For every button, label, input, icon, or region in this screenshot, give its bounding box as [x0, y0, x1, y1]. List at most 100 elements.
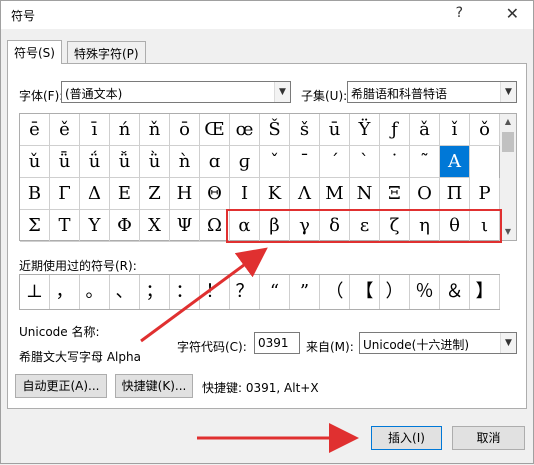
symbol-cell[interactable]: Λ — [290, 178, 320, 210]
symbol-cell-selected[interactable]: Α — [440, 146, 470, 178]
symbol-cell[interactable]: Ε — [110, 178, 140, 210]
recent-symbol-cell[interactable]: ， — [50, 275, 80, 309]
shortcut-key-button[interactable]: 快捷键(K)... — [115, 374, 193, 398]
symbol-cell[interactable]: ě — [50, 114, 80, 146]
symbol-cell[interactable]: ε — [350, 210, 380, 242]
recent-symbols-grid: ⊥，。、；：！？ “” （【）％＆】 — [19, 274, 500, 310]
recent-symbol-cell[interactable]: ） — [380, 275, 410, 309]
symbol-cell[interactable]: η — [410, 210, 440, 242]
symbol-cell[interactable]: ˙ — [380, 146, 410, 178]
symbol-cell[interactable]: Θ — [200, 178, 230, 210]
recent-symbol-cell[interactable]: 】 — [470, 275, 500, 309]
scrollbar-thumb[interactable] — [502, 132, 514, 152]
font-select[interactable]: (普通文本) ▼ — [61, 81, 291, 103]
recent-symbol-cell[interactable]: ？ — [230, 275, 260, 309]
recent-symbol-cell[interactable]: ” — [290, 275, 320, 309]
symbol-cell[interactable]: β — [260, 210, 290, 242]
symbol-cell[interactable]: Ι — [230, 178, 260, 210]
symbol-cell[interactable]: Β — [20, 178, 50, 210]
symbol-cell[interactable]: ˇ — [260, 146, 290, 178]
recent-symbol-cell[interactable]: ！ — [200, 275, 230, 309]
symbol-cell[interactable]: ǚ — [110, 146, 140, 178]
symbol-cell[interactable]: ˊ — [320, 146, 350, 178]
recent-symbol-cell[interactable]: 【 — [350, 275, 380, 309]
symbol-cell[interactable]: ǐ — [440, 114, 470, 146]
symbol-cell[interactable]: ǘ — [80, 146, 110, 178]
symbol-cell[interactable]: ˉ — [290, 146, 320, 178]
symbol-cell[interactable]: ǖ — [50, 146, 80, 178]
tab-symbols[interactable]: 符号(S) — [7, 40, 62, 64]
symbol-cell[interactable]: Ξ — [380, 178, 410, 210]
symbol-cell[interactable]: Ψ — [170, 210, 200, 242]
subset-select[interactable]: 希腊语和科普特语 ▼ — [347, 81, 517, 103]
char-code-input[interactable]: 0391 — [254, 332, 300, 354]
symbol-cell[interactable]: Μ — [320, 178, 350, 210]
symbol-cell[interactable]: œ — [230, 114, 260, 146]
symbol-cell[interactable]: ň — [140, 114, 170, 146]
help-icon[interactable]: ? — [456, 5, 463, 21]
recent-symbol-cell[interactable]: （ — [320, 275, 350, 309]
symbol-cell[interactable]: Υ — [80, 210, 110, 242]
symbol-cell[interactable]: Κ — [260, 178, 290, 210]
recent-symbols-label: 近期使用过的符号(R): — [19, 259, 137, 273]
symbol-cell[interactable]: ˜ — [410, 146, 440, 178]
symbol-cell[interactable]: š — [290, 114, 320, 146]
symbol-cell[interactable]: ɡ — [230, 146, 260, 178]
symbol-cell[interactable]: γ — [290, 210, 320, 242]
scroll-down-icon[interactable]: ▼ — [500, 224, 516, 240]
autocorrect-button[interactable]: 自动更正(A)... — [15, 374, 107, 398]
symbol-cell[interactable]: Œ — [200, 114, 230, 146]
symbol-cell[interactable]: Ο — [410, 178, 440, 210]
recent-symbol-cell[interactable]: 。 — [80, 275, 110, 309]
close-icon[interactable]: ✕ — [506, 4, 519, 23]
symbol-grid-scrollbar[interactable]: ▲ ▼ — [500, 113, 517, 241]
symbol-cell[interactable]: Η — [170, 178, 200, 210]
symbol-cell[interactable]: Π — [440, 178, 470, 210]
unicode-name-label: Unicode 名称: — [19, 325, 100, 339]
symbol-cell[interactable]: ē — [20, 114, 50, 146]
symbol-cell[interactable]: ī — [80, 114, 110, 146]
symbol-cell[interactable]: Ζ — [140, 178, 170, 210]
symbol-cell[interactable]: Χ — [140, 210, 170, 242]
symbol-cell[interactable]: ń — [110, 114, 140, 146]
symbol-cell[interactable]: δ — [320, 210, 350, 242]
symbol-cell[interactable]: Š — [260, 114, 290, 146]
cancel-button[interactable]: 取消 — [452, 426, 525, 450]
from-select[interactable]: Unicode(十六进制) ▼ — [359, 332, 517, 354]
recent-symbol-cell[interactable]: ； — [140, 275, 170, 309]
symbol-cell[interactable]: ū — [320, 114, 350, 146]
scroll-up-icon[interactable]: ▲ — [500, 114, 516, 130]
symbol-cell[interactable]: ι — [470, 210, 500, 242]
symbol-cell[interactable]: Δ — [80, 178, 110, 210]
symbol-cell[interactable]: ǔ — [20, 146, 50, 178]
subset-select-value: 希腊语和科普特语 — [351, 87, 448, 101]
symbol-cell[interactable]: ǒ — [470, 114, 500, 146]
symbol-cell[interactable]: Σ — [20, 210, 50, 242]
symbol-cell[interactable]: Ω — [200, 210, 230, 242]
recent-symbol-cell[interactable]: “ — [260, 275, 290, 309]
symbol-cell[interactable]: Γ — [50, 178, 80, 210]
symbol-cell[interactable]: Ÿ — [350, 114, 380, 146]
symbol-cell[interactable]: ζ — [380, 210, 410, 242]
recent-symbol-cell[interactable]: ⊥ — [20, 275, 50, 309]
symbol-cell[interactable]: Τ — [50, 210, 80, 242]
symbol-cell[interactable]: ƒ — [380, 114, 410, 146]
symbol-cell[interactable]: ǜ — [140, 146, 170, 178]
tab-special-characters[interactable]: 特殊字符(P) — [67, 41, 146, 63]
recent-symbol-cell[interactable]: ％ — [410, 275, 440, 309]
dialog-title: 符号 — [11, 9, 36, 23]
symbol-cell[interactable]: α — [230, 210, 260, 242]
symbol-cell[interactable]: ˋ — [350, 146, 380, 178]
symbol-cell[interactable]: ɑ — [200, 146, 230, 178]
symbol-cell[interactable]: θ — [440, 210, 470, 242]
symbol-cell[interactable]: Ν — [350, 178, 380, 210]
symbol-cell[interactable]: Ρ — [470, 178, 500, 210]
recent-symbol-cell[interactable]: ： — [170, 275, 200, 309]
symbol-cell[interactable]: ǎ — [410, 114, 440, 146]
insert-button[interactable]: 插入(I) — [371, 426, 442, 450]
symbol-cell[interactable]: ō — [170, 114, 200, 146]
symbol-cell[interactable]: Φ — [110, 210, 140, 242]
recent-symbol-cell[interactable]: 、 — [110, 275, 140, 309]
recent-symbol-cell[interactable]: ＆ — [440, 275, 470, 309]
symbol-cell[interactable]: ǹ — [170, 146, 200, 178]
